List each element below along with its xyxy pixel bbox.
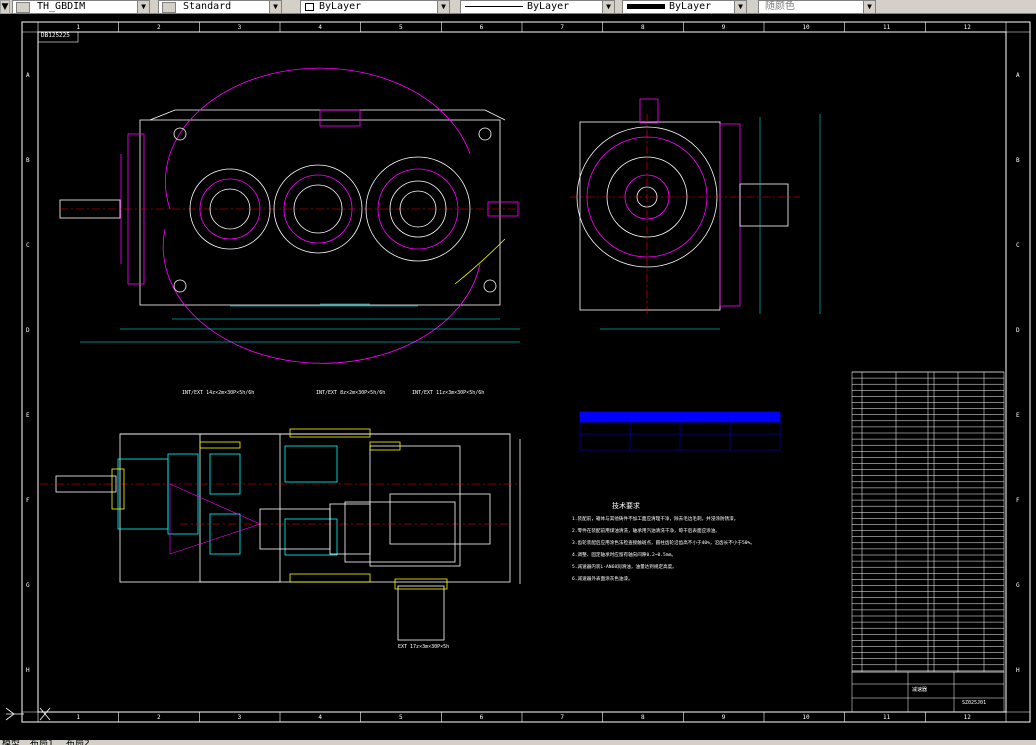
column-number-label: 4 <box>318 714 322 721</box>
tech-requirement-4: 4.调整、固定轴承时应留有轴向间隙0.2~0.5mm。 <box>572 553 676 558</box>
cad-drawing <box>5 21 1031 723</box>
column-number-label: 8 <box>641 714 645 721</box>
column-number-label: 6 <box>479 24 484 31</box>
column-number-label: 7 <box>560 714 564 721</box>
row-letter-label: F <box>1016 496 1020 504</box>
column-number-label: 10 <box>802 714 810 721</box>
row-letter-label: H <box>1016 666 1020 674</box>
linetype-preview-icon <box>465 6 523 7</box>
section-label-3: INT/EXT 11z×3m×30P×5h/6h <box>412 390 485 396</box>
column-number-label: 2 <box>157 714 161 721</box>
column-number-label: 9 <box>721 24 726 31</box>
plot-style-select[interactable]: 随颜色 ▼ <box>758 0 876 14</box>
chevron-down-icon[interactable]: ▼ <box>437 1 449 13</box>
column-number-label: 3 <box>237 24 242 31</box>
row-letter-label: C <box>26 241 30 249</box>
row-letter-label: D <box>26 326 30 334</box>
color-swatch-icon <box>305 3 314 11</box>
lineweight-preview-icon <box>627 4 665 9</box>
column-number-label: 6 <box>479 714 484 721</box>
row-letter-label: A <box>1016 71 1020 79</box>
linetype-select[interactable]: ByLayer ▼ <box>460 0 615 14</box>
tech-requirement-3: 3.齿轮装配后应用涂色法检查接触斑点，圆柱齿轮沿齿高不小于40%，沿齿长不小于5… <box>572 541 755 546</box>
section-label-4: EXT 17z×3m×30P×5h <box>398 644 450 650</box>
row-letter-label: E <box>1016 411 1020 419</box>
title-block-number: SZ025J01 <box>962 700 987 706</box>
section-view <box>40 428 521 641</box>
tech-requirement-2: 2.零件在装配前用煤油清洗，轴承用汽油清洗干净，晾干后表面应涂油。 <box>572 529 720 534</box>
tech-requirements-list: 1.装配前，箱体与其他铸件不加工面应清理干净，除去毛边毛刺，并浸涂防锈漆。 2.… <box>572 514 812 586</box>
dim-style-select[interactable]: Standard ▼ <box>158 0 282 14</box>
front-view <box>59 67 520 364</box>
column-number-label: 5 <box>399 714 403 721</box>
row-letter-label: D <box>1016 326 1020 334</box>
color-select[interactable]: ByLayer ▼ <box>300 0 450 14</box>
row-letter-label: A <box>26 71 30 79</box>
column-number-label: 9 <box>721 714 726 721</box>
row-letter-label: E <box>26 411 30 419</box>
column-number-label: 8 <box>641 24 645 31</box>
column-number-label: 4 <box>318 24 322 31</box>
text-style-value: TH_GBDIM <box>37 1 86 12</box>
dim-style-value: Standard <box>183 1 232 12</box>
row-letter-label: G <box>26 581 30 589</box>
column-number-label: 12 <box>963 24 971 31</box>
plot-style-value: 随颜色 <box>765 1 795 12</box>
row-letter-label: B <box>26 156 30 164</box>
text-style-select[interactable]: TH_GBDIM ▼ <box>12 0 150 14</box>
linetype-value: ByLayer <box>527 1 570 12</box>
sheet-code-label: DB125225 <box>41 32 70 39</box>
data-table <box>579 411 781 451</box>
tech-requirement-1: 1.装配前，箱体与其他铸件不加工面应清理干净，除去毛边毛刺，并浸涂防锈漆。 <box>572 517 739 522</box>
section-label-2: INT/EXT 8z×2m×30P×5h/6h <box>316 390 386 396</box>
column-number-label: 2 <box>157 24 161 31</box>
column-number-label: 5 <box>399 24 403 31</box>
column-number-label: 10 <box>802 24 810 31</box>
column-number-label: 11 <box>883 714 891 721</box>
column-number-label: 11 <box>883 24 891 31</box>
column-number-label: 1 <box>76 714 80 721</box>
column-number-label: 3 <box>237 714 242 721</box>
row-letter-label: H <box>26 666 30 674</box>
chevron-down-icon[interactable]: ▼ <box>602 1 614 13</box>
column-number-label: 7 <box>560 24 564 31</box>
column-number-label: 12 <box>963 714 971 721</box>
title-block-name: 减速器 <box>912 687 928 693</box>
toolbar-dropdown-arrow-left[interactable]: ▼ <box>0 0 10 14</box>
lineweight-select[interactable]: ByLayer ▼ <box>622 0 747 14</box>
row-letter-label: B <box>1016 156 1020 164</box>
text-style-icon <box>16 2 30 13</box>
tab-model[interactable]: 模型 <box>2 740 20 745</box>
column-number-label: 1 <box>76 24 80 31</box>
tab-layout-2[interactable]: 布局2 <box>66 740 90 745</box>
layout-tabs: 模型 布局1 布局2 <box>0 740 1036 745</box>
drawing-canvas[interactable]: DB125225 1 2 3 4 5 6 7 8 9 10 11 12 1 2 3 4 5 6 7 8 9 10 11 12… <box>0 14 1036 740</box>
parts-list <box>851 371 1005 713</box>
chevron-down-icon[interactable]: ▼ <box>137 1 149 13</box>
dim-style-icon <box>162 2 176 13</box>
tech-requirements-title: 技术要求 <box>612 502 640 510</box>
chevron-down-icon[interactable]: ▼ <box>734 1 746 13</box>
row-letter-label: G <box>1016 581 1020 589</box>
chevron-down-icon[interactable]: ▼ <box>269 1 281 13</box>
row-letter-label: C <box>1016 241 1020 249</box>
ucs-icon <box>5 707 51 721</box>
section-label-1: INT/EXT 14z×2m×30P×5h/6h <box>182 390 255 396</box>
properties-toolbar: ▼ TH_GBDIM ▼ Standard ▼ ByLayer ▼ ByLaye… <box>0 0 1036 14</box>
tab-layout-1[interactable]: 布局1 <box>30 740 54 745</box>
side-view <box>570 98 821 330</box>
chevron-down-icon[interactable]: ▼ <box>863 1 875 13</box>
tech-requirement-5: 5.减速器内装L-AN68润滑油，油量达到规定高度。 <box>572 565 677 570</box>
tech-requirement-6: 6.减速器外表面涂灰色油漆。 <box>572 577 633 582</box>
color-value: ByLayer <box>319 1 362 12</box>
row-letter-label: F <box>26 496 30 504</box>
lineweight-value: ByLayer <box>669 1 712 12</box>
